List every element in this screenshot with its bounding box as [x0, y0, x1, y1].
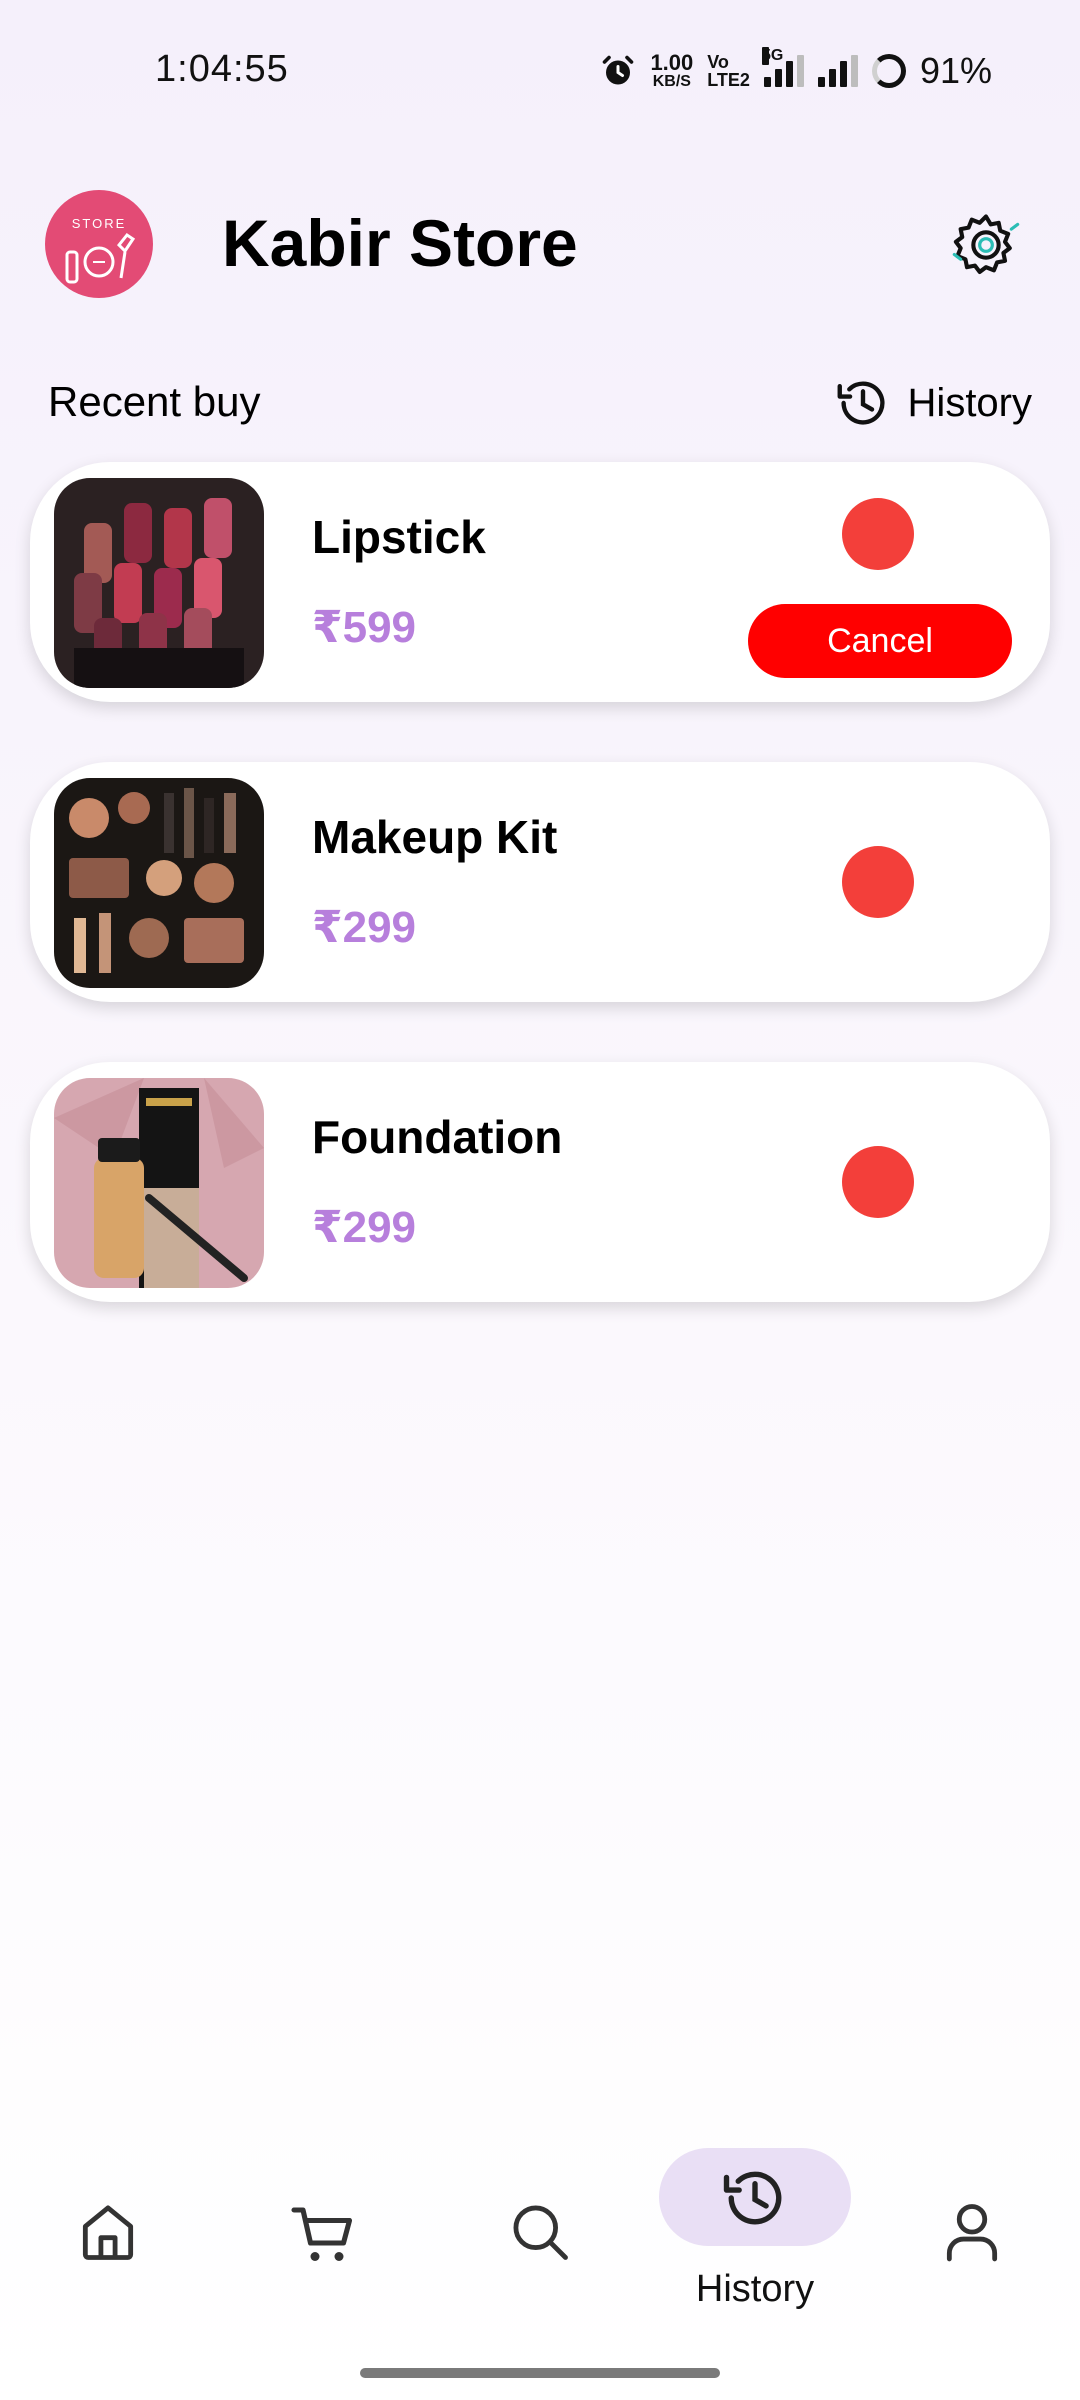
status-dot	[842, 1146, 914, 1218]
nav-home[interactable]	[28, 2130, 188, 2330]
product-name: Makeup Kit	[312, 811, 558, 863]
product-name: Foundation	[312, 1111, 563, 1163]
cart-icon	[291, 2207, 353, 2261]
store-logo: STORE	[45, 190, 153, 298]
nav-history[interactable]: History	[659, 2130, 851, 2330]
history-link-label: History	[907, 380, 1032, 425]
alarm-icon	[603, 55, 634, 85]
status-bar: 1:04:55 1.00 KB/S Vo LTE2 5G 91%	[0, 0, 1080, 140]
order-card-foundation[interactable]: Foundation ₹299	[30, 1062, 1050, 1302]
nav-history-label: History	[695, 2268, 815, 2310]
status-time: 1:04:55	[155, 48, 289, 90]
search-icon	[513, 2205, 568, 2260]
history-icon	[723, 2171, 782, 2225]
nav-profile[interactable]	[892, 2130, 1052, 2330]
product-image-makeup-kit	[54, 778, 264, 988]
order-card-makeup-kit[interactable]: Makeup Kit ₹299	[30, 762, 1050, 1002]
gesture-bar[interactable]	[360, 2368, 720, 2378]
signal-5g-icon: 5G	[761, 47, 804, 87]
store-title: Kabir Store	[222, 206, 578, 280]
recent-buy-heading: Recent buy	[48, 378, 261, 425]
order-card-lipstick[interactable]: Lipstick ₹599 Cancel	[30, 462, 1050, 702]
volte-indicator: Vo LTE2	[707, 52, 750, 90]
product-price: ₹299	[312, 1203, 417, 1252]
status-dot	[842, 498, 914, 570]
cancel-button[interactable]: Cancel	[748, 604, 1012, 678]
nav-search[interactable]	[460, 2130, 620, 2330]
signal-icon	[817, 55, 858, 87]
battery-level: 91%	[919, 50, 992, 91]
history-icon	[837, 381, 885, 425]
gear-icon	[952, 214, 1020, 274]
profile-icon	[946, 2204, 998, 2262]
product-price: ₹299	[312, 903, 417, 952]
settings-button[interactable]	[948, 207, 1024, 283]
bottom-nav: History	[0, 2130, 1080, 2330]
net-speed: 1.00 KB/S	[650, 50, 694, 90]
status-icons: 1.00 KB/S Vo LTE2 5G 91%	[600, 47, 992, 94]
battery-icon	[871, 54, 906, 88]
nav-cart[interactable]	[244, 2130, 404, 2330]
product-image-lipstick	[54, 478, 264, 688]
product-image-foundation	[54, 1078, 264, 1288]
home-icon	[82, 2205, 134, 2260]
product-name: Lipstick	[312, 511, 486, 563]
history-link[interactable]: History	[832, 372, 1032, 434]
product-price: ₹599	[312, 603, 417, 652]
status-dot	[842, 846, 914, 918]
